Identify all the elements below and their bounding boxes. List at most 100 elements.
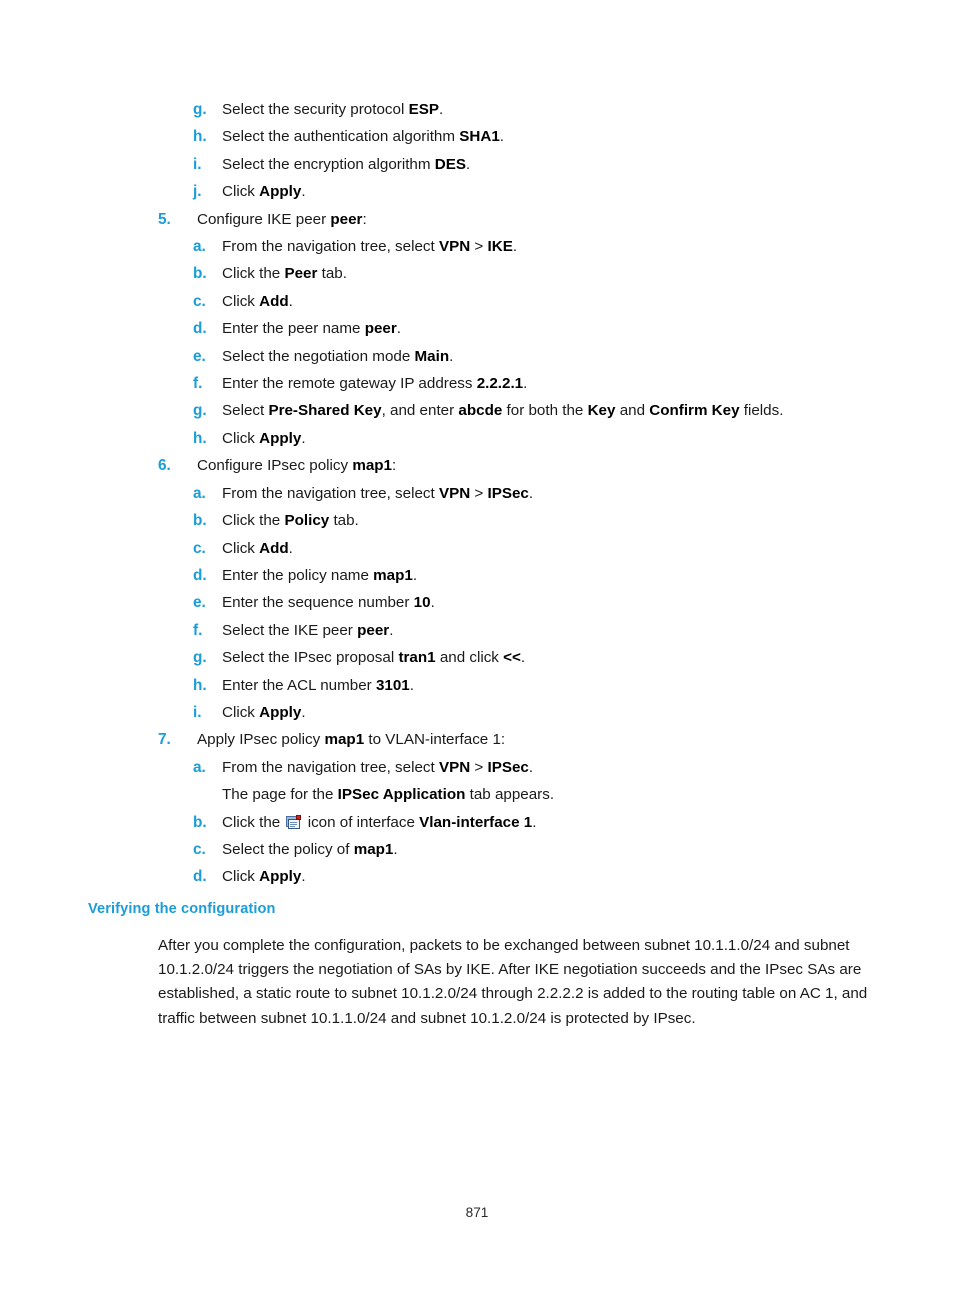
- body-text: , and enter: [381, 402, 459, 420]
- body-text: Click: [222, 868, 260, 886]
- body-text: fields.: [739, 402, 784, 420]
- step-marker: g.: [193, 101, 207, 118]
- step-marker: g.: [193, 649, 207, 667]
- lettered-substep: i. Click Apply.: [0, 699, 954, 726]
- body-text: for both the: [502, 402, 588, 420]
- body-text: From the navigation tree, select: [222, 484, 439, 502]
- body-text: :: [362, 210, 367, 228]
- body-text: The page for the: [222, 786, 338, 804]
- page-number: 871: [465, 1205, 489, 1220]
- body-text: Click: [222, 539, 260, 557]
- body-text: .: [288, 539, 293, 557]
- lettered-substep: d. Click Apply.: [0, 863, 954, 890]
- emphasis-text: VPN: [438, 758, 471, 776]
- emphasis-text: ESP: [408, 101, 439, 118]
- body-text: .: [523, 375, 528, 393]
- lettered-substep: h. Enter the ACL number 3101.: [0, 672, 954, 699]
- lettered-substep: d. Enter the peer name peer.: [0, 315, 954, 342]
- emphasis-text: SHA1: [459, 128, 500, 146]
- emphasis-text: IPSec Application: [337, 786, 466, 804]
- body-text: .: [301, 703, 306, 721]
- step-marker: b.: [193, 265, 207, 283]
- body-text: tab appears.: [465, 786, 555, 804]
- body-text: Enter the sequence number: [222, 594, 414, 612]
- body-text: Configure IKE peer: [197, 210, 331, 228]
- emphasis-text: map1: [352, 457, 393, 475]
- step-text: Click the Peer tab.: [222, 260, 954, 287]
- step-text: Apply IPsec policy map1 to VLAN-interfac…: [197, 726, 954, 753]
- body-text: .: [430, 594, 435, 612]
- step-text: Click Apply.: [222, 699, 954, 726]
- body-text: tab.: [329, 512, 359, 530]
- body-text: and click: [435, 649, 504, 667]
- emphasis-text: peer: [330, 210, 363, 228]
- emphasis-text: 10: [413, 594, 431, 612]
- body-text: .: [449, 347, 454, 365]
- step-marker: i.: [193, 155, 202, 173]
- body-text: Select the security protocol: [222, 101, 409, 118]
- body-text: Select the IPsec proposal: [222, 649, 399, 667]
- lettered-substep: b. Click the icon of interface Vlan-inter…: [0, 809, 954, 836]
- emphasis-text: IPSec: [487, 484, 529, 502]
- step-marker: d.: [193, 566, 207, 584]
- emphasis-text: map1: [373, 566, 413, 584]
- emphasis-text: Pre-Shared Key: [268, 402, 382, 420]
- lettered-substep: c. Click Add.: [0, 535, 954, 562]
- body-text: .: [438, 101, 444, 118]
- body-text: .: [288, 292, 293, 310]
- step-text: Enter the sequence number 10.: [222, 589, 954, 616]
- step-marker: a.: [193, 758, 206, 776]
- emphasis-text: IKE: [487, 238, 513, 256]
- step-continuation-text: The page for the IPSec Application tab a…: [0, 781, 954, 808]
- section-heading-verifying-the-configuration: Verifying the configuration: [88, 901, 276, 917]
- step-marker: f.: [193, 621, 203, 639]
- step-text: From the navigation tree, select VPN > I…: [222, 754, 954, 781]
- step-text: Click Apply.: [222, 863, 954, 890]
- body-text: Enter the policy name: [222, 566, 374, 584]
- emphasis-text: map1: [353, 840, 394, 858]
- step-text: Select the policy of map1.: [222, 836, 954, 863]
- emphasis-text: 2.2.2.1: [476, 375, 524, 393]
- step-marker: 6.: [158, 457, 171, 475]
- lettered-substep: h. Click Apply.: [0, 425, 954, 452]
- emphasis-text: Vlan-interface 1: [419, 813, 533, 831]
- step-marker: 5.: [158, 210, 171, 228]
- lettered-substep: g. Select the IPsec proposal tran1 and cl…: [0, 644, 954, 671]
- body-text: and: [615, 402, 650, 420]
- emphasis-text: Main: [414, 347, 450, 365]
- ipsec-policy-apply-icon: [286, 814, 302, 830]
- body-text: Click the: [222, 265, 285, 283]
- step-marker: h.: [193, 429, 207, 447]
- step-marker: 7.: [158, 731, 171, 749]
- step-text: Select the authentication algorithm SHA1…: [222, 123, 954, 150]
- step-text: Click Apply.: [222, 425, 954, 452]
- verification-paragraph: After you complete the configuration, pa…: [158, 937, 868, 1027]
- step-text: Enter the peer name peer.: [222, 315, 954, 342]
- step-marker: d.: [193, 320, 207, 338]
- step-text: Click the Policy tab.: [222, 507, 954, 534]
- emphasis-text: 3101: [375, 676, 410, 694]
- body-text: Select: [222, 402, 269, 420]
- emphasis-text: peer: [364, 320, 397, 338]
- lettered-substep: c. Click Add.: [0, 288, 954, 315]
- body-text: Click the: [222, 813, 285, 831]
- step-text: From the navigation tree, select VPN > I…: [222, 480, 954, 507]
- body-text: Click the: [222, 512, 285, 530]
- body-text: .: [412, 566, 418, 584]
- step-marker: c.: [193, 539, 206, 557]
- step-marker: f.: [193, 375, 203, 393]
- body-text: From the navigation tree, select: [222, 758, 439, 776]
- step-marker: j.: [193, 183, 202, 201]
- step-marker: e.: [193, 594, 206, 612]
- step-text: Click Add.: [222, 288, 954, 315]
- step-marker: b.: [193, 512, 207, 530]
- body-text: to VLAN-interface 1:: [364, 731, 506, 749]
- body-text: .: [393, 840, 398, 858]
- step-text: Select Pre-Shared Key, and enter abcde f…: [222, 397, 954, 424]
- body-text: icon of interface: [303, 813, 420, 831]
- body-text: .: [528, 758, 534, 776]
- step-marker: c.: [193, 840, 206, 858]
- body-text: .: [528, 484, 534, 502]
- lettered-substep: b. Click the Policy tab.: [0, 507, 954, 534]
- step-marker: e.: [193, 347, 206, 365]
